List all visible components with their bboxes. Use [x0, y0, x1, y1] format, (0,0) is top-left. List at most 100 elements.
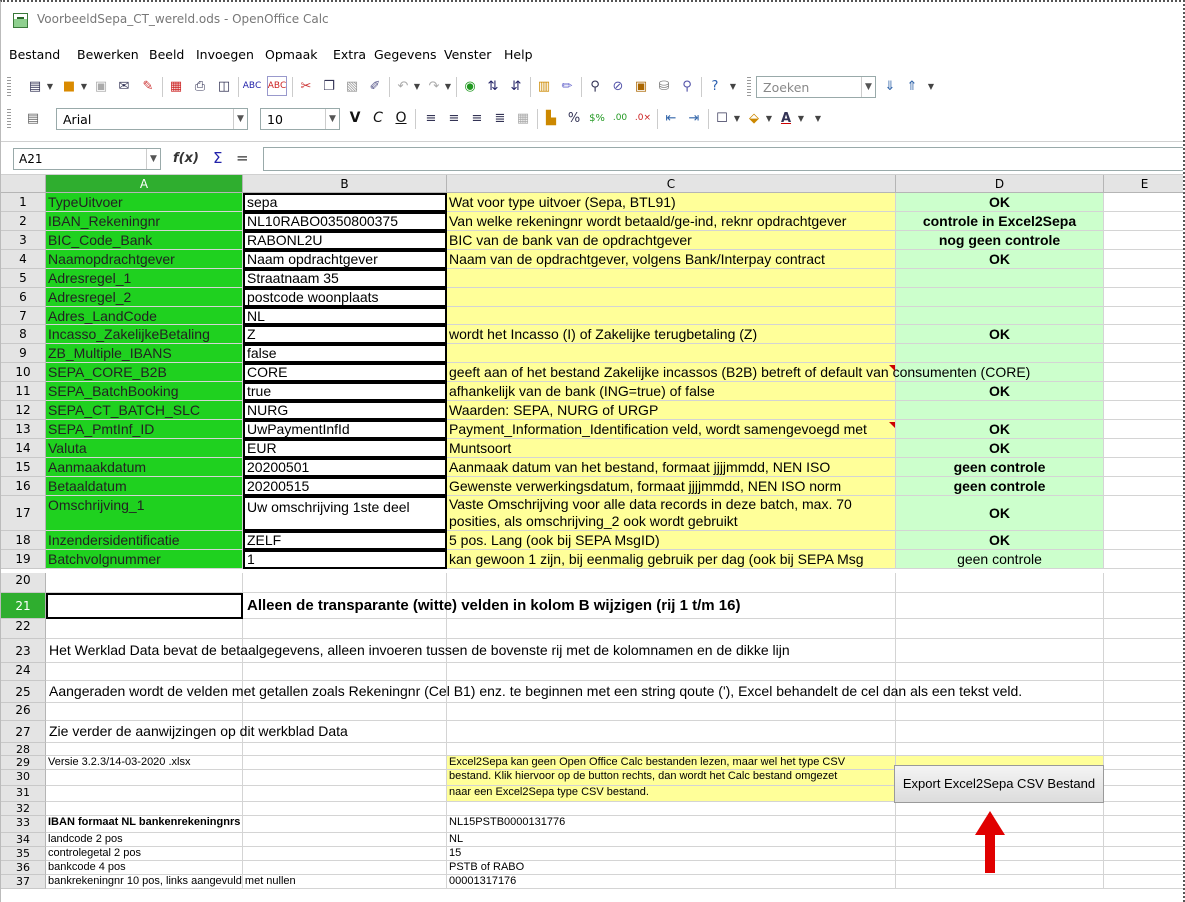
value-cell[interactable]: CORE [243, 363, 447, 382]
description-cell[interactable]: kan gewoon 1 zijn, bij eenmalig gebruik … [447, 550, 896, 569]
justify-icon[interactable]: ≣ [490, 108, 510, 128]
cell[interactable] [1104, 663, 1183, 681]
cell[interactable] [1104, 250, 1183, 269]
cell[interactable] [447, 743, 896, 756]
font-size-select[interactable]: 10 ▼ [260, 108, 340, 130]
cell[interactable] [46, 703, 243, 721]
page-preview-icon[interactable]: ◫ [214, 76, 234, 96]
align-right-icon[interactable]: ≡ [467, 108, 487, 128]
cell[interactable] [1104, 721, 1183, 743]
description-cell[interactable]: Waarden: SEPA, NURG of URGP [447, 401, 896, 420]
version-cell[interactable]: Versie 3.2.3/14-03-2020 .xlsx [46, 756, 243, 770]
search-dropdown-icon[interactable]: ▼ [861, 77, 875, 97]
standard-format-icon[interactable]: $% [587, 108, 607, 128]
row-header[interactable]: 18 [1, 531, 46, 550]
undo-icon[interactable]: ↶ [393, 76, 413, 96]
value-cell[interactable]: UwPaymentInfId [243, 420, 447, 439]
gallery-icon[interactable]: ▣ [631, 76, 651, 96]
function-wizard-icon[interactable]: f(x) [173, 151, 199, 166]
cell[interactable]: 00001317176 [447, 875, 896, 889]
row-header[interactable]: 17 [1, 496, 46, 531]
status-cell[interactable] [896, 269, 1104, 288]
row-header[interactable]: 8 [1, 325, 46, 344]
cell[interactable] [1104, 816, 1183, 833]
field-name-cell[interactable]: ZB_Multiple_IBANS [46, 344, 243, 363]
percent-format-icon[interactable]: % [564, 108, 584, 128]
row-header[interactable]: 15 [1, 458, 46, 477]
field-name-cell[interactable]: Incasso_ZakelijkeBetaling [46, 325, 243, 344]
cell[interactable] [1104, 786, 1183, 802]
redo-icon[interactable]: ↷ [424, 76, 444, 96]
font-color-dropdown-icon[interactable]: ▼ [796, 108, 806, 128]
cell[interactable] [1104, 573, 1183, 593]
field-name-cell[interactable]: Batchvolgnummer [46, 550, 243, 569]
chart-icon[interactable]: ▥ [534, 76, 554, 96]
row-header[interactable]: 27 [1, 721, 46, 743]
cell[interactable] [896, 875, 1104, 889]
cell[interactable] [243, 861, 447, 875]
toolbar-options-icon[interactable]: ▼ [728, 76, 738, 96]
row-header[interactable]: 14 [1, 439, 46, 458]
navigator-icon[interactable]: ⊘ [608, 76, 628, 96]
value-cell[interactable]: true [243, 382, 447, 401]
menu-beeld[interactable]: Beeld [149, 47, 184, 62]
row-header[interactable]: 5 [1, 269, 46, 288]
paste-icon[interactable]: ▧ [342, 76, 362, 96]
cell[interactable]: PSTB of RABO [447, 861, 896, 875]
cell[interactable] [243, 833, 447, 847]
align-left-icon[interactable]: ≡ [421, 108, 441, 128]
description-cell[interactable]: Naam van de opdrachtgever, volgens Bank/… [447, 250, 896, 269]
cell[interactable] [46, 786, 243, 802]
status-cell[interactable]: controle in Excel2Sepa [896, 212, 1104, 231]
cell[interactable] [896, 573, 1104, 593]
row-header[interactable]: 31 [1, 786, 46, 802]
value-cell[interactable]: NL10RABO0350800375 [243, 212, 447, 231]
row-header[interactable]: 23 [1, 639, 46, 663]
description-cell[interactable]: BIC van de bank van de opdrachtgever [447, 231, 896, 250]
description-cell[interactable] [447, 307, 896, 325]
cell[interactable] [1104, 703, 1183, 721]
value-cell[interactable]: Uw omschrijving 1ste deel [243, 496, 447, 531]
description-cell[interactable]: 5 pos. Lang (ook bij SEPA MsgID) [447, 531, 896, 550]
row-header[interactable]: 34 [1, 833, 46, 847]
copy-icon[interactable]: ❐ [319, 76, 339, 96]
cell[interactable]: bankcode 4 pos [46, 861, 243, 875]
description-cell[interactable]: Gewenste verwerkingsdatum, formaat jjjjm… [447, 477, 896, 496]
iban-example[interactable]: NL15PSTB0000131776 [447, 816, 896, 833]
font-name-select[interactable]: Arial ▼ [56, 108, 248, 130]
cell[interactable] [1104, 496, 1183, 531]
new-dropdown-icon[interactable]: ▼ [45, 76, 55, 96]
field-name-cell[interactable]: Adres_LandCode [46, 307, 243, 325]
decrease-indent-icon[interactable]: ⇤ [661, 108, 681, 128]
cell[interactable] [447, 703, 896, 721]
iban-format-heading[interactable]: IBAN formaat NL bankenrekeningnrs [46, 816, 243, 833]
row-header[interactable]: 6 [1, 288, 46, 307]
spellcheck-icon[interactable]: ABC [242, 76, 262, 96]
value-cell[interactable]: 1 [243, 550, 447, 569]
row-header[interactable]: 12 [1, 401, 46, 420]
currency-format-icon[interactable]: ▙ [541, 108, 561, 128]
search-field[interactable]: Zoeken ▼ [756, 76, 876, 98]
csv-note-line-3[interactable]: naar een Excel2Sepa type CSV bestand. [447, 786, 896, 802]
description-cell[interactable]: wordt het Incasso (I) of Zakelijke terug… [447, 325, 896, 344]
delete-decimal-icon[interactable]: .0× [633, 108, 653, 128]
value-cell[interactable]: 20200501 [243, 458, 447, 477]
description-cell[interactable] [447, 269, 896, 288]
menu-extra[interactable]: Extra [333, 47, 366, 62]
styles-icon[interactable]: ▤ [23, 108, 43, 128]
cut-icon[interactable]: ✂ [296, 76, 316, 96]
value-cell[interactable]: Straatnaam 35 [243, 269, 447, 288]
cell[interactable] [243, 770, 447, 786]
cell[interactable] [243, 875, 447, 889]
status-cell[interactable]: OK [896, 496, 1104, 531]
background-color-icon[interactable]: ⬙ [744, 108, 764, 128]
description-cell[interactable]: Muntsoort [447, 439, 896, 458]
cell[interactable] [1104, 550, 1183, 569]
status-cell[interactable]: geen controle [896, 477, 1104, 496]
add-decimal-icon[interactable]: .00 [610, 108, 630, 128]
cell[interactable] [1104, 307, 1183, 325]
row-header[interactable]: 7 [1, 307, 46, 325]
description-cell[interactable]: Aanmaak datum van het bestand, formaat j… [447, 458, 896, 477]
edit-mode-icon[interactable]: ✎ [138, 76, 158, 96]
cell[interactable] [1104, 861, 1183, 875]
